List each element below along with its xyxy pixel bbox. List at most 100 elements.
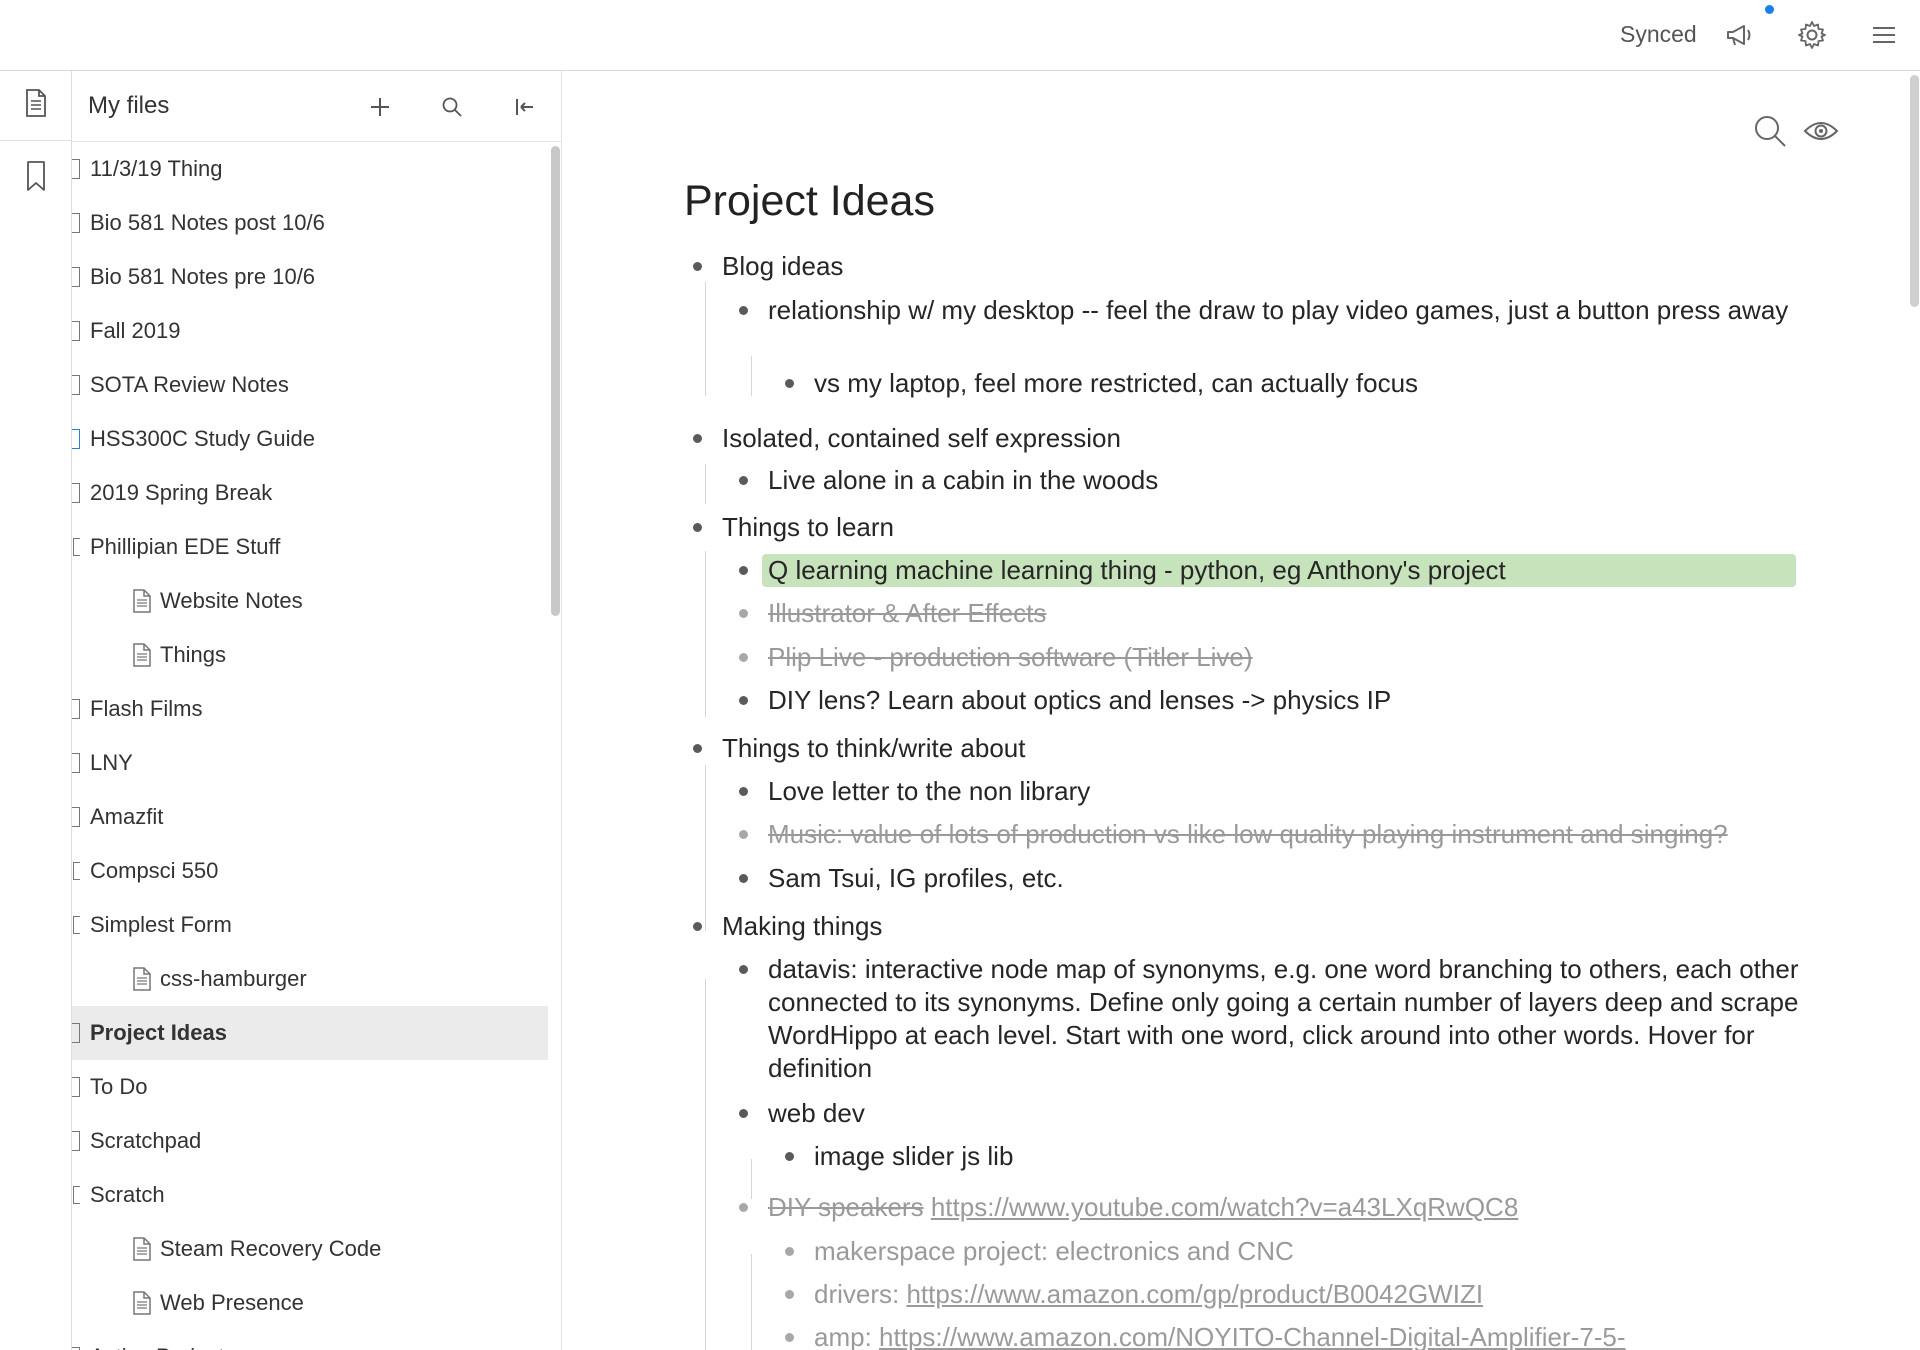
file-item-label: Bio 581 Notes pre 10/6 [90,264,316,289]
search-icon[interactable] [1752,113,1788,154]
file-item[interactable]: To Do [72,1060,548,1114]
document-title[interactable]: Project Ideas [684,177,935,226]
file-item-label: Web Presence [160,1290,304,1315]
outline-item-completed[interactable]: Music: value of lots of production vs li… [683,816,1813,860]
document-icon [132,589,152,619]
file-item[interactable]: css-hamburger [72,952,548,1006]
bullet[interactable] [785,1333,794,1342]
bullet[interactable] [693,922,702,931]
outline-item[interactable]: Isolated, contained self expression [683,418,1813,462]
file-item[interactable]: 11/3/19 Thing [72,142,548,196]
bullet[interactable] [739,476,748,485]
outline-item[interactable]: datavis: interactive node map of synonym… [683,951,1813,1095]
item-text: drivers: [814,1279,907,1309]
bullet[interactable] [693,434,702,443]
file-item[interactable]: Bio 581 Notes post 10/6 [72,196,548,250]
outline-item[interactable]: drivers: https://www.amazon.com/gp/produ… [683,1276,1813,1319]
outline-item-completed[interactable]: DIY speakers https://www.youtube.com/wat… [683,1189,1813,1233]
bullet[interactable] [739,609,748,618]
item-text: Making things [722,911,883,941]
bullet[interactable] [693,523,702,532]
outline-item[interactable]: Things to learn [683,509,1813,552]
outline-item[interactable]: image slider js lib [683,1138,1813,1189]
editor-scrollbar-thumb[interactable] [1910,75,1919,307]
outline-item[interactable]: Sam Tsui, IG profiles, etc. [683,860,1813,908]
file-item[interactable]: Web Presence [72,1276,548,1330]
outline-item[interactable]: relationship w/ my desktop -- feel the d… [683,290,1813,365]
outline-item[interactable]: Blog ideas [683,246,1813,290]
file-item[interactable]: Simplest Form [72,898,548,952]
document-icon [72,807,80,827]
collapse-sidebar-icon[interactable] [506,89,542,125]
file-item[interactable]: Steam Recovery Code [72,1222,548,1276]
eye-preview-icon[interactable] [1803,117,1839,150]
item-text: Love letter to the non library [768,776,1091,806]
youtube-link[interactable]: https://www.youtube.com/watch?v=a43LXqRw… [931,1192,1518,1222]
sidebar-scrollbar-thumb[interactable] [551,146,560,616]
file-item-label: Steam Recovery Code [160,1236,382,1261]
file-item[interactable]: SOTA Review Notes [72,358,548,412]
file-item[interactable]: Website Notes [72,574,548,628]
bullet[interactable] [739,1203,748,1212]
item-text: Sam Tsui, IG profiles, etc. [768,863,1064,893]
outline-item-completed[interactable]: Plip Live - production software (Titler … [683,639,1813,682]
file-sidebar: My files 11/3/19 Thing Bio 581 Notes post… [72,71,562,1350]
bullet[interactable] [739,965,748,974]
item-text: web dev [768,1098,865,1128]
outline-item[interactable]: Q learning machine learning thing - pyth… [683,552,1813,595]
outline-item[interactable]: web dev [683,1095,1813,1138]
outline-item[interactable]: amp: https://www.amazon.com/NOYITO-Chann… [683,1319,1813,1350]
document-outline[interactable]: Blog ideas relationship w/ my desktop --… [683,246,1813,1350]
megaphone-icon[interactable] [1722,18,1756,52]
amazon-amp-link[interactable]: https://www.amazon.com/NOYITO-Channel-Di… [879,1322,1626,1350]
outline-item[interactable]: Making things [683,908,1813,951]
file-item[interactable]: 2019 Spring Break [72,466,548,520]
file-item[interactable]: Active Projects [72,1330,548,1350]
file-item[interactable]: HSS300C Study Guide [72,412,548,466]
bullet[interactable] [739,566,748,575]
bullet[interactable] [739,874,748,883]
outline-item[interactable]: Live alone in a cabin in the woods [683,462,1813,509]
bullet[interactable] [739,306,748,315]
file-item[interactable]: Things [72,628,548,682]
amazon-drivers-link[interactable]: https://www.amazon.com/gp/product/B0042G… [906,1279,1483,1309]
bullet[interactable] [785,1152,794,1161]
file-item-label: To Do [90,1074,148,1099]
file-item[interactable]: Phillipian EDE Stuff [72,520,548,574]
bullet[interactable] [739,830,748,839]
bullet[interactable] [739,696,748,705]
editor-scrollbar[interactable] [1908,71,1920,1350]
bullet[interactable] [785,1290,794,1299]
outline-item[interactable]: Love letter to the non library [683,773,1813,816]
file-item-selected[interactable]: Project Ideas [72,1006,548,1060]
bullet[interactable] [739,653,748,662]
search-icon[interactable] [434,89,470,125]
bookmarks-tab[interactable] [0,143,71,213]
bullet[interactable] [693,262,702,271]
bullet[interactable] [693,744,702,753]
file-item[interactable]: Flash Films [72,682,548,736]
bullet[interactable] [785,1247,794,1256]
outline-item[interactable]: Things to think/write about [683,730,1813,773]
outline-item[interactable]: vs my laptop, feel more restricted, can … [683,365,1813,418]
hamburger-menu-icon[interactable] [1867,18,1901,52]
bullet[interactable] [739,1109,748,1118]
plus-icon[interactable] [362,89,398,125]
bullet[interactable] [785,379,794,388]
file-item[interactable]: Amazfit [72,790,548,844]
bullet[interactable] [739,787,748,796]
file-item[interactable]: Scratchpad [72,1114,548,1168]
outline-item[interactable]: DIY lens? Learn about optics and lenses … [683,682,1813,730]
outline-item-completed[interactable]: Illustrator & After Effects [683,595,1813,639]
document-icon [72,159,80,179]
outline-item[interactable]: makerspace project: electronics and CNC [683,1233,1813,1276]
file-item[interactable]: Bio 581 Notes pre 10/6 [72,250,548,304]
file-item[interactable]: Fall 2019 [72,304,548,358]
file-item-label: css-hamburger [160,966,307,991]
file-item[interactable]: Compsci 550 [72,844,548,898]
file-item[interactable]: LNY [72,736,548,790]
file-item[interactable]: Scratch [72,1168,548,1222]
gear-icon[interactable] [1795,18,1829,52]
files-tab[interactable] [0,71,71,141]
sidebar-scrollbar[interactable] [548,142,560,1350]
